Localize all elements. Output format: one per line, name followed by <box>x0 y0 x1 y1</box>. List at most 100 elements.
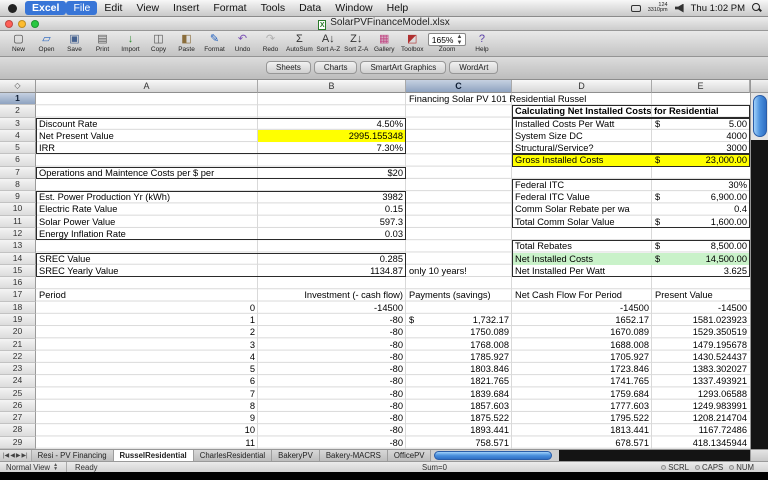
toolbar-zoom-button[interactable]: 165%▲▼Zoom <box>428 32 467 53</box>
cell-E28[interactable]: 1167.72486 <box>652 424 750 436</box>
cell-A10[interactable]: Electric Rate Value <box>36 203 258 215</box>
cell-B3[interactable]: 4.50% <box>258 118 406 130</box>
cell-D28[interactable]: 1813.441 <box>512 424 652 436</box>
row-header-14[interactable]: 14 <box>0 253 36 265</box>
cell-E15[interactable]: 3.625 <box>652 265 750 277</box>
toolbar-sort-z-a-button[interactable]: Z↓Sort Z-A <box>344 32 369 53</box>
cell-D5[interactable]: Structural/Service? <box>512 142 652 154</box>
cell-D13[interactable]: Total Rebates <box>512 240 652 252</box>
cell-B5[interactable]: 7.30% <box>258 142 406 154</box>
cell-E19[interactable]: 1581.023923 <box>652 314 750 326</box>
cell-E8[interactable]: 30% <box>652 179 750 191</box>
cell-A29[interactable]: 11 <box>36 437 258 449</box>
cell-C19[interactable]: $1,732.17 <box>406 314 512 326</box>
cell-D17[interactable]: Net Cash Flow For Period <box>512 289 652 301</box>
row-header-12[interactable]: 12 <box>0 228 36 240</box>
tab-scroll-prev-icon[interactable]: ◀ <box>10 452 15 459</box>
toolbar-help-button[interactable]: ?Help <box>469 32 494 53</box>
cell-A26[interactable]: 8 <box>36 400 258 412</box>
cell-B18[interactable]: -14500 <box>258 302 406 314</box>
row-header-4[interactable]: 4 <box>0 130 36 142</box>
row-header-27[interactable]: 27 <box>0 412 36 424</box>
cell-E20[interactable]: 1529.350519 <box>652 326 750 338</box>
row-header-13[interactable]: 13 <box>0 240 36 252</box>
cell-B21[interactable]: -80 <box>258 339 406 351</box>
vertical-scrollbar-thumb[interactable] <box>753 95 767 137</box>
cell-E17[interactable]: Present Value <box>652 289 750 301</box>
elements-tab-wordart[interactable]: WordArt <box>449 61 498 74</box>
column-header-D[interactable]: D <box>512 80 652 93</box>
cell-A12[interactable]: Energy Inflation Rate <box>36 228 258 240</box>
cell-C20[interactable]: 1750.089 <box>406 326 512 338</box>
elements-tab-sheets[interactable]: Sheets <box>266 61 311 74</box>
column-header-E[interactable]: E <box>652 80 750 93</box>
cell-B22[interactable]: -80 <box>258 351 406 363</box>
vertical-scrollbar-track[interactable] <box>751 140 768 449</box>
menu-data[interactable]: Data <box>292 1 328 15</box>
cell-D25[interactable]: 1759.684 <box>512 388 652 400</box>
cell-A17[interactable]: Period <box>36 289 258 301</box>
toolbar-sort-a-z-button[interactable]: A↓Sort A-Z <box>316 32 341 53</box>
cell-B24[interactable]: -80 <box>258 375 406 387</box>
cell-A23[interactable]: 5 <box>36 363 258 375</box>
elements-tab-charts[interactable]: Charts <box>314 61 358 74</box>
sheet-tab-resi-pv-financing[interactable]: Resi - PV Financing <box>32 450 114 461</box>
toolbar-copy-button[interactable]: ◫Copy <box>146 32 171 53</box>
row-header-21[interactable]: 21 <box>0 339 36 351</box>
cell-D23[interactable]: 1723.846 <box>512 363 652 375</box>
row-header-16[interactable]: 16 <box>0 277 36 289</box>
cell-A9[interactable]: Est. Power Production Yr (kWh) <box>36 191 258 203</box>
display-icon[interactable] <box>631 5 641 12</box>
menu-edit[interactable]: Edit <box>97 1 129 15</box>
cell-B20[interactable]: -80 <box>258 326 406 338</box>
row-header-23[interactable]: 23 <box>0 363 36 375</box>
cell-C24[interactable]: 1821.765 <box>406 375 512 387</box>
cell-E25[interactable]: 1293.06588 <box>652 388 750 400</box>
toolbar-format-button[interactable]: ✎Format <box>202 32 227 53</box>
horizontal-scrollbar[interactable] <box>431 450 750 461</box>
cell-D11[interactable]: Total Comm Solar Value <box>512 216 652 228</box>
cell-E14[interactable]: $14,500.00 <box>652 253 750 265</box>
cell-D29[interactable]: 678.571 <box>512 437 652 449</box>
cell-A15[interactable]: SREC Yearly Value <box>36 265 258 277</box>
horizontal-scrollbar-thumb[interactable] <box>434 451 552 460</box>
cell-E9[interactable]: $6,900.00 <box>652 191 750 203</box>
cell-A24[interactable]: 6 <box>36 375 258 387</box>
cell-E23[interactable]: 1383.302027 <box>652 363 750 375</box>
cell-A3[interactable]: Discount Rate <box>36 118 258 130</box>
cell-B29[interactable]: -80 <box>258 437 406 449</box>
cell-D14[interactable]: Net Installed Costs <box>512 253 652 265</box>
cell-E4[interactable]: 4000 <box>652 130 750 142</box>
row-header-17[interactable]: 17 <box>0 289 36 301</box>
cell-B28[interactable]: -80 <box>258 424 406 436</box>
row-header-18[interactable]: 18 <box>0 302 36 314</box>
cell-D6[interactable]: Gross Installed Costs <box>512 154 652 166</box>
row-header-2[interactable]: 2 <box>0 105 36 117</box>
cell-E13[interactable]: $8,500.00 <box>652 240 750 252</box>
row-header-3[interactable]: 3 <box>0 118 36 130</box>
cell-B17[interactable]: Investment (- cash flow) <box>258 289 406 301</box>
cell-B26[interactable]: -80 <box>258 400 406 412</box>
menu-bar-clock[interactable]: Thu 1:02 PM <box>691 3 745 14</box>
cell-D15[interactable]: Net Installed Per Watt <box>512 265 652 277</box>
cell-D18[interactable]: -14500 <box>512 302 652 314</box>
horizontal-scrollbar-track[interactable] <box>559 450 750 461</box>
row-header-15[interactable]: 15 <box>0 265 36 277</box>
row-header-28[interactable]: 28 <box>0 424 36 436</box>
cell-C28[interactable]: 1893.441 <box>406 424 512 436</box>
cell-A4[interactable]: Net Present Value <box>36 130 258 142</box>
tab-scroll-next-icon[interactable]: ▶ <box>16 452 21 459</box>
apple-menu-icon[interactable] <box>8 4 17 13</box>
tab-scroll-last-icon[interactable]: ▶| <box>21 452 27 459</box>
cell-E27[interactable]: 1208.214704 <box>652 412 750 424</box>
row-header-7[interactable]: 7 <box>0 167 36 179</box>
menu-file[interactable]: File <box>66 1 97 15</box>
cell-C23[interactable]: 1803.846 <box>406 363 512 375</box>
vertical-scrollbar-top-button[interactable] <box>751 80 768 93</box>
vertical-scrollbar[interactable] <box>750 80 768 449</box>
menu-insert[interactable]: Insert <box>166 1 206 15</box>
cell-B4[interactable]: 2995.155348 <box>258 130 406 142</box>
cell-C25[interactable]: 1839.684 <box>406 388 512 400</box>
cell-B23[interactable]: -80 <box>258 363 406 375</box>
cell-C17[interactable]: Payments (savings) <box>406 289 512 301</box>
